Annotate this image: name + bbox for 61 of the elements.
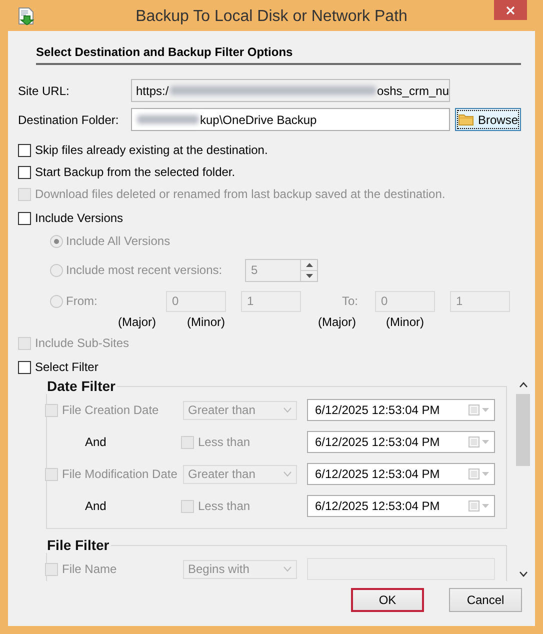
- checkbox-label: File Modification Date: [62, 467, 178, 481]
- field-label: Destination Folder:: [18, 112, 120, 126]
- url-field[interactable]: https:/ oshs_crm_nu: [131, 79, 450, 102]
- section-title: Select Destination and Backup Filter Options: [36, 44, 294, 61]
- field-value: 1: [456, 294, 463, 308]
- field-label: Site URL:: [18, 84, 70, 98]
- field-value: 1: [247, 294, 254, 308]
- column-caption: (Major): [118, 315, 156, 329]
- and-label: And: [85, 435, 106, 449]
- checkbox[interactable]: [18, 212, 31, 224]
- calendar-dropdown-icon[interactable]: [468, 500, 490, 512]
- date-value: 6/12/2025 12:53:04 PM: [315, 403, 440, 417]
- calendar-dropdown-icon[interactable]: [468, 404, 490, 416]
- column-caption: (Minor): [187, 315, 225, 329]
- checkbox-label: File Creation Date: [62, 403, 159, 417]
- checkbox[interactable]: [18, 166, 31, 178]
- chevron-down-icon: [283, 566, 292, 572]
- scroll-down-icon[interactable]: [518, 571, 528, 577]
- field-value: 0: [172, 294, 179, 308]
- checkbox-label: Include Sub-Sites: [35, 336, 130, 350]
- column-caption: (Minor): [386, 315, 424, 329]
- group-title: File Filter: [46, 537, 110, 553]
- group-title: Date Filter: [46, 378, 116, 394]
- folder-icon: [458, 113, 474, 126]
- checkbox-label: Select Filter: [35, 360, 98, 374]
- browse-button[interactable]: Browse: [455, 108, 521, 131]
- scroll-up-icon[interactable]: [518, 382, 528, 388]
- dialog-button[interactable]: OK: [351, 588, 424, 612]
- and-label: And: [85, 499, 106, 513]
- checkbox-label: Less than: [198, 435, 250, 449]
- date-value: 6/12/2025 12:53:04 PM: [315, 499, 440, 513]
- backup-icon: [18, 6, 34, 24]
- arrow-up-icon[interactable]: [306, 262, 312, 266]
- folder-field[interactable]: kup\OneDrive Backup: [131, 108, 450, 131]
- scrollbar-thumb[interactable]: [516, 394, 530, 466]
- checkbox-label: Less than: [198, 499, 250, 513]
- date-value: 6/12/2025 12:53:04 PM: [315, 435, 440, 449]
- date-value: 6/12/2025 12:53:04 PM: [315, 467, 440, 481]
- checkbox-label: Start Backup from the selected folder.: [35, 165, 236, 179]
- field-value: 0: [381, 294, 388, 308]
- close-icon: [506, 6, 515, 14]
- chevron-down-icon: [283, 471, 292, 477]
- arrow-down-icon[interactable]: [306, 274, 312, 278]
- radio-label: Include most recent versions:: [66, 263, 224, 277]
- dialog-button[interactable]: Cancel: [449, 588, 522, 612]
- calendar-dropdown-icon[interactable]: [468, 468, 490, 480]
- calendar-dropdown-icon[interactable]: [468, 436, 490, 448]
- spinner-value: 5: [251, 263, 258, 277]
- checkbox-label: File Name: [62, 562, 117, 576]
- checkbox-label: Download files deleted or renamed from last backup saved at the destination.: [35, 187, 446, 201]
- column-caption: (Major): [318, 315, 356, 329]
- chevron-down-icon: [283, 407, 292, 413]
- radio-label: From:: [66, 294, 98, 308]
- to-label: To:: [342, 294, 360, 308]
- checkbox-label: Include Versions: [35, 211, 124, 225]
- window-title: Backup To Local Disk or Network Path: [134, 6, 408, 26]
- checkbox-label: Skip files already existing at the destination.: [35, 143, 268, 157]
- radio-label: Include All Versions: [66, 234, 170, 248]
- close-button[interactable]: [494, 0, 527, 20]
- checkbox[interactable]: [18, 144, 31, 156]
- checkbox[interactable]: [18, 360, 31, 374]
